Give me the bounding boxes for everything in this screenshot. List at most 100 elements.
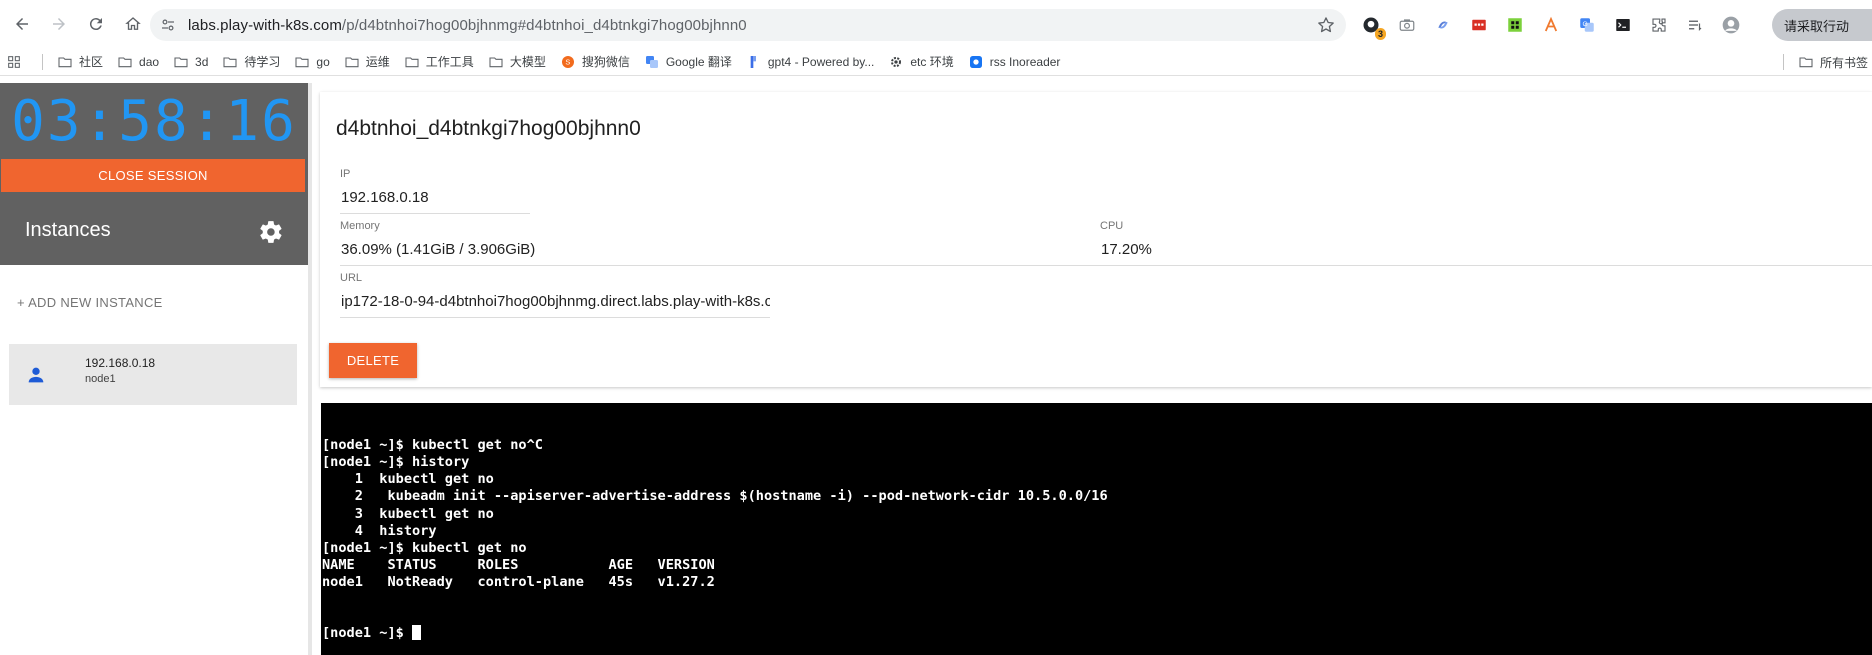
svg-text:G: G [1583, 21, 1588, 28]
inoreader-icon [968, 54, 990, 70]
profile-action-button[interactable]: 请采取行动 [1772, 9, 1872, 41]
terminal-prompt: [node1 ~]$ [322, 625, 413, 642]
reading-list-icon[interactable] [1682, 12, 1708, 38]
extension-terminal-icon[interactable] [1610, 12, 1636, 38]
extension-orange-a-icon[interactable] [1538, 12, 1564, 38]
extension-red-block-icon[interactable] [1466, 12, 1492, 38]
memory-label: Memory [340, 220, 380, 232]
bookmark-item[interactable]: 大模型 [488, 50, 546, 74]
delete-instance-button[interactable]: DELETE [329, 343, 417, 378]
memory-field[interactable]: 36.09% (1.41GiB / 3.906GiB) [341, 241, 535, 258]
instance-details-card: d4btnhoi_d4btnkgi7hog00bjhnn0 IP 192.168… [320, 92, 1872, 387]
extension-badge: 3 [1374, 28, 1386, 40]
terminal-prompt-line[interactable]: [node1 ~]$ [322, 625, 1872, 642]
bookmark-label: 工作工具 [425, 55, 474, 69]
apps-grid-icon[interactable] [6, 50, 28, 74]
extension-github-icon[interactable]: 3 [1358, 12, 1386, 40]
bookmark-label: 运维 [365, 55, 390, 69]
memory-underline [340, 265, 1872, 266]
bookmark-item[interactable]: 待学习 [222, 50, 280, 74]
bookmark-star-icon[interactable] [1316, 15, 1336, 35]
bookmark-item[interactable]: S 搜狗微信 [560, 50, 630, 74]
add-new-instance-button[interactable]: + ADD NEW INSTANCE [17, 295, 163, 310]
folder-icon [1799, 57, 1813, 68]
extensions-bar: 3 G [1358, 9, 1754, 41]
bookmark-label: etc 环境 [910, 55, 954, 69]
all-bookmarks-folder[interactable]: 所有书签 [1779, 50, 1872, 74]
person-icon [28, 367, 44, 383]
bookmarks-divider [42, 53, 43, 70]
folder-icon [488, 54, 510, 70]
reload-button[interactable] [81, 9, 111, 39]
bookmark-label: 搜狗微信 [581, 55, 630, 69]
terminal-line: [node1 ~]$ kubectl get no [322, 539, 527, 556]
home-button[interactable] [118, 9, 148, 39]
bookmark-item[interactable]: Google 翻译 [644, 50, 732, 74]
home-icon [125, 17, 141, 30]
instance-ip: 192.168.0.18 [85, 356, 156, 370]
terminal-line: node1 NotReady control-plane 45s v1.27.2 [322, 573, 715, 590]
forward-button[interactable] [44, 9, 74, 39]
bookmark-label: 3d [195, 54, 209, 69]
svg-text:S: S [565, 57, 570, 66]
extensions-puzzle-icon[interactable] [1646, 12, 1672, 38]
folder-icon [294, 54, 316, 70]
terminal-line: [node1 ~]$ history [322, 454, 470, 471]
terminal-line: 1 kubectl get no [322, 471, 494, 488]
gpt4-icon [746, 54, 768, 70]
terminal-line: 3 kubectl get no [322, 505, 494, 522]
sogou-icon: S [560, 54, 582, 70]
bookmark-item[interactable]: etc 环境 [888, 50, 954, 74]
folder-icon [57, 54, 79, 70]
extension-translate-icon[interactable]: G [1574, 12, 1600, 38]
bookmark-list: 社区 dao 3d 待学习 go 运维 工作工具 大模型 S 搜狗微信 Google 翻译 gpt4 … [57, 50, 1074, 74]
bookmark-label: 待学习 [244, 55, 281, 69]
session-timer: 03:58:16 [11, 89, 297, 154]
bookmark-item[interactable]: dao [117, 50, 159, 74]
all-bookmarks-label: 所有书签 [1819, 55, 1868, 70]
bookmark-item[interactable]: 工作工具 [404, 50, 474, 74]
close-session-button[interactable]: CLOSE SESSION [1, 159, 305, 192]
terminal-line: [node1 ~]$ kubectl get no^C [322, 437, 543, 454]
url-field[interactable]: ip172-18-0-94-d4btnhoi7hog00bjhnmg.direc… [341, 293, 770, 310]
bookmark-item[interactable]: 社区 [57, 50, 103, 74]
bookmark-item[interactable]: 运维 [344, 50, 390, 74]
terminal-cursor [412, 625, 422, 641]
google-translate-icon [644, 54, 666, 70]
bookmark-label: gpt4 - Powered by... [767, 54, 875, 69]
instance-list-item[interactable]: 192.168.0.18 node1 [9, 344, 297, 405]
arrow-left-icon [16, 18, 28, 30]
gear-icon [888, 54, 910, 70]
ip-field[interactable]: 192.168.0.18 [341, 189, 429, 206]
bookmark-label: rss Inoreader [989, 54, 1061, 69]
extension-swirl-icon[interactable] [1430, 12, 1456, 38]
url-underline [340, 317, 770, 318]
cpu-field[interactable]: 17.20% [1101, 241, 1152, 258]
bookmark-label: 社区 [79, 55, 104, 69]
settings-gear-icon[interactable] [258, 219, 284, 245]
folder-icon [404, 54, 426, 70]
terminal-line: 2 kubeadm init --apiserver-advertise-add… [322, 488, 1108, 505]
extension-green-grid-icon[interactable] [1502, 12, 1528, 38]
site-info-icon[interactable] [154, 11, 182, 39]
address-bar[interactable]: labs.play-with-k8s.com/p/d4btnhoi7hog00b… [150, 9, 1346, 41]
bookmark-item[interactable]: go [294, 50, 330, 74]
session-title: d4btnhoi_d4btnkgi7hog00bjhnn0 [336, 117, 641, 140]
bookmark-item[interactable]: 3d [173, 50, 208, 74]
url-text[interactable]: labs.play-with-k8s.com/p/d4btnhoi7hog00b… [188, 17, 747, 34]
bookmark-item[interactable]: gpt4 - Powered by... [746, 50, 875, 74]
terminal-line: 4 history [322, 522, 437, 539]
terminal[interactable]: [node1 ~]$ kubectl get no^C [node1 ~]$ hi… [321, 403, 1872, 655]
folder-icon [344, 54, 366, 70]
sidebar: 03:58:16 CLOSE SESSION Instances + ADD N… [0, 83, 312, 655]
profile-avatar-icon[interactable] [1718, 12, 1744, 38]
extension-camera-icon[interactable] [1394, 12, 1420, 38]
terminal-line: NAME STATUS ROLES AGE VERSION [322, 556, 715, 573]
url-path: /p/d4btnhoi7hog00bjhnmg#d4btnhoi_d4btnkg… [341, 16, 747, 34]
bookmarks-bar: 社区 dao 3d 待学习 go 运维 工作工具 大模型 S 搜狗微信 Google 翻译 gpt4 … [0, 48, 1872, 76]
bookmark-item[interactable]: rss Inoreader [968, 50, 1061, 74]
cpu-label: CPU [1100, 220, 1124, 232]
ip-underline [340, 213, 530, 214]
terminal-output: [node1 ~]$ kubectl get no^C [node1 ~]$ hi… [322, 437, 1872, 591]
back-button[interactable] [7, 9, 37, 39]
